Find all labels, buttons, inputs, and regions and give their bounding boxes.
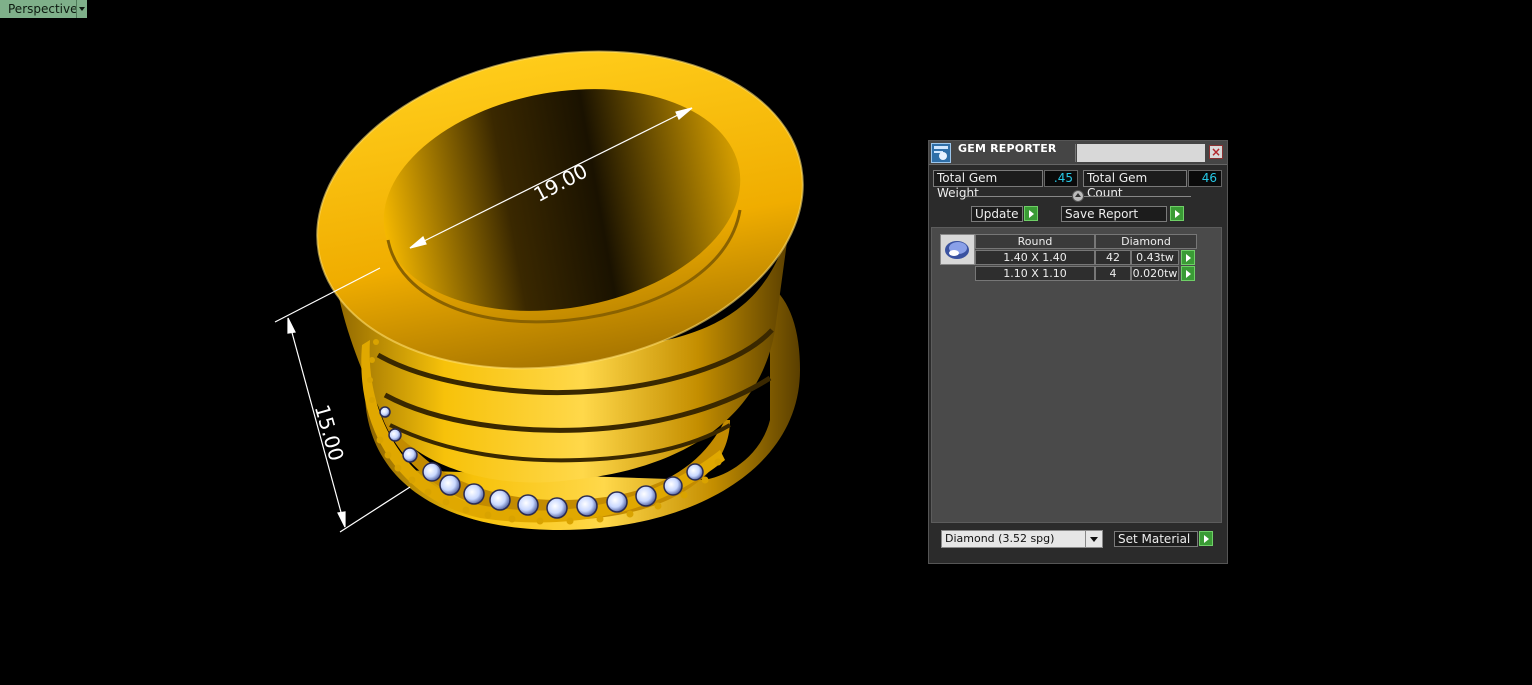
collapse-toggle-icon[interactable] (1072, 190, 1084, 202)
update-go-icon[interactable] (1024, 206, 1038, 221)
set-material-button[interactable]: Set Material (1114, 531, 1198, 547)
ring-3d-scene[interactable]: 19.00 15.00 (0, 0, 920, 685)
total-gem-count-value: 46 (1188, 170, 1222, 187)
total-gem-weight-value: .45 (1044, 170, 1078, 187)
table-row-size: 1.10 X 1.10 (975, 266, 1095, 281)
total-gem-count-label: Total Gem Count (1083, 170, 1187, 200)
gem-list-area[interactable]: Round Diamond 1.40 X 1.40 42 0.43tw 1.10… (931, 227, 1222, 523)
height-dimension-label: 15.00 (310, 402, 349, 464)
material-dropdown-icon[interactable] (1085, 531, 1101, 547)
gem-reporter-panel: GEM REPORTER × Total Gem Weight .45 Tota… (928, 140, 1228, 564)
update-button[interactable]: Update (971, 206, 1023, 222)
table-row-count: 42 (1095, 250, 1131, 265)
table-row-weight: 0.43tw (1131, 250, 1179, 265)
panel-title: GEM REPORTER (958, 142, 1057, 155)
save-report-button[interactable]: Save Report (1061, 206, 1167, 222)
table-row-weight: 0.020tw (1131, 266, 1179, 281)
table-header-shape: Round (975, 234, 1095, 249)
table-row-size: 1.40 X 1.40 (975, 250, 1095, 265)
titlebar-separator (1075, 144, 1076, 162)
round-diamond-thumbnail-icon[interactable] (940, 234, 975, 265)
gem-reporter-icon (931, 143, 951, 163)
save-report-go-icon[interactable] (1170, 206, 1184, 221)
material-select[interactable]: Diamond (3.52 spg) (941, 530, 1103, 548)
titlebar-filler (1077, 144, 1205, 162)
row-select-go-icon[interactable] (1181, 266, 1195, 281)
set-material-go-icon[interactable] (1199, 531, 1213, 546)
row-select-go-icon[interactable] (1181, 250, 1195, 265)
table-header-material: Diamond (1095, 234, 1197, 249)
close-button[interactable]: × (1209, 145, 1223, 159)
panel-titlebar[interactable]: GEM REPORTER × (929, 141, 1227, 165)
table-row-count: 4 (1095, 266, 1131, 281)
total-gem-weight-label: Total Gem Weight (933, 170, 1043, 200)
